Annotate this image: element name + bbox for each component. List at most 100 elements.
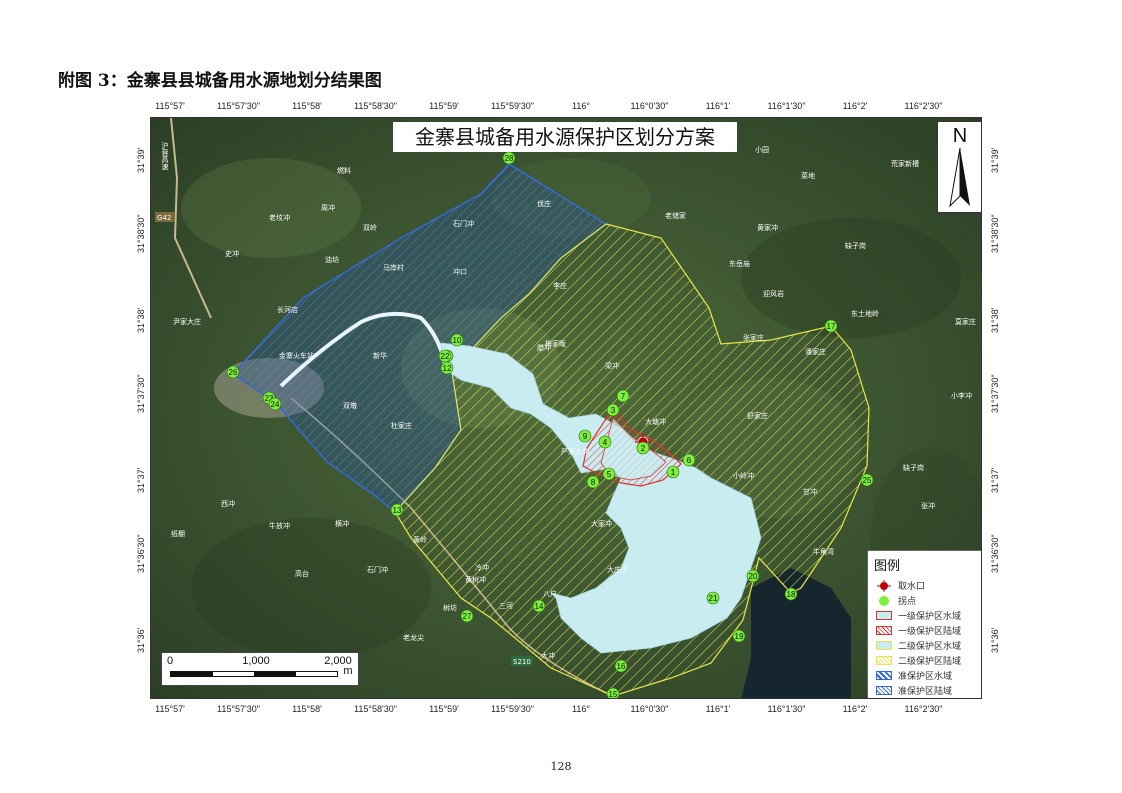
inflection-point-label: 6 <box>687 456 692 465</box>
place-label: 腊冲 <box>537 343 551 352</box>
inflection-point[interactable]: 12 <box>440 361 454 375</box>
scale-bar: 0 1,000 2,000 m <box>161 652 359 686</box>
inflection-point[interactable]: 19 <box>732 629 746 643</box>
latitude-tick-label: 31°38'30" <box>990 214 1000 253</box>
longitude-tick-label: 116°1'30" <box>767 704 806 714</box>
legend-label: 拐点 <box>898 597 917 607</box>
place-label: 老龙尖 <box>403 633 424 642</box>
inflection-point-label: 20 <box>749 572 758 581</box>
latitude-tick-label: 31°36' <box>136 627 146 653</box>
inflection-point-label: 2 <box>641 444 646 453</box>
place-label: 潘家庄 <box>805 347 826 356</box>
inflection-point[interactable]: 20 <box>746 569 760 583</box>
longitude-tick-label: 115°58'30" <box>354 101 397 111</box>
scale-ruler <box>170 671 338 677</box>
inflection-point[interactable]: 16 <box>614 659 628 673</box>
inflection-point[interactable]: 21 <box>706 591 720 605</box>
inflection-point[interactable]: 24 <box>268 397 282 411</box>
longitude-tick-label: 116°0'30" <box>630 101 669 111</box>
longitude-tick-label: 116° <box>572 101 590 111</box>
latitude-tick-label: 31°37'30" <box>990 374 1000 413</box>
inflection-point[interactable]: 18 <box>784 587 798 601</box>
place-label: 黄家冲 <box>757 223 778 232</box>
place-label: 伐庄 <box>537 199 551 208</box>
inflection-point-label: 12 <box>443 364 452 373</box>
place-label: 东土地岭 <box>851 309 879 318</box>
latitude-tick-label: 31°38' <box>136 307 146 333</box>
road-label: 沪蓉高速 <box>161 141 169 171</box>
longitude-tick-label: 115°57' <box>155 704 185 714</box>
inflection-point[interactable]: 22 <box>438 349 452 363</box>
legend-label: 一级保护区陆域 <box>898 627 962 637</box>
inflection-point[interactable]: 15 <box>606 687 620 699</box>
inflection-point-label: 9 <box>583 432 588 441</box>
longitude-ticks-bottom: 115°57' 115°57'30" 115°58' 115°58'30" 115°59… <box>150 704 982 718</box>
inflection-point[interactable]: 28 <box>502 151 516 165</box>
latitude-tick-label: 31°39' <box>990 147 1000 173</box>
inflection-point[interactable]: 4 <box>598 435 612 449</box>
inflection-point-label: 7 <box>621 392 626 401</box>
inflection-point[interactable]: 26 <box>226 365 240 379</box>
place-label: 大庄子 <box>607 565 628 574</box>
legend-item-point: 拐点 <box>876 594 916 607</box>
inflection-point-label: 5 <box>607 470 612 479</box>
place-label: 舒家庄 <box>747 411 768 420</box>
inflection-point-label: 26 <box>229 368 238 377</box>
place-label: 长河店 <box>277 305 298 314</box>
inflection-point[interactable]: 27 <box>460 609 474 623</box>
point-icon <box>876 595 892 606</box>
inflection-point-label: 1 <box>671 468 676 477</box>
inflection-point[interactable]: 10 <box>450 333 464 347</box>
level1-water-swatch <box>876 611 892 620</box>
longitude-tick-label: 116°2' <box>842 101 868 111</box>
inflection-point[interactable]: 5 <box>602 467 616 481</box>
inflection-point[interactable]: 25 <box>860 473 874 487</box>
inflection-point[interactable]: 6 <box>682 453 696 467</box>
page-title: 附图 3：金寨县县城备用水源地划分结果图 <box>58 71 382 91</box>
inflection-point[interactable]: 2 <box>636 441 650 455</box>
place-label: 严家大冲 <box>561 447 589 456</box>
place-label: 东岳庙 <box>729 259 750 268</box>
inflection-point[interactable]: 3 <box>606 403 620 417</box>
place-label: 菜地 <box>801 171 815 180</box>
longitude-tick-label: 115°58' <box>292 704 322 714</box>
latitude-tick-label: 31°38'30" <box>136 214 146 253</box>
inflection-point-label: 15 <box>609 690 618 699</box>
north-letter: N <box>953 125 967 147</box>
longitude-tick-label: 115°59'30" <box>491 704 534 714</box>
latitude-tick-label: 31°37'30" <box>136 374 146 413</box>
inflection-point-label: 21 <box>709 594 718 603</box>
longitude-tick-label: 115°59'30" <box>491 101 534 111</box>
inflection-point-label: 13 <box>393 506 402 515</box>
legend-item-quasi-land: 准保护区陆域 <box>876 684 952 697</box>
inflection-point-label: 10 <box>453 336 462 345</box>
place-label: 甘冲 <box>803 487 817 496</box>
scale-label: 1,000 <box>242 655 270 667</box>
place-label: 小李冲 <box>951 391 972 400</box>
inflection-point[interactable]: 7 <box>616 389 630 403</box>
longitude-tick-label: 116°1' <box>705 704 731 714</box>
inflection-point-label: 19 <box>735 632 744 641</box>
legend: 图例 取水口 拐点 一级保护区水域 一级保护区陆域 二级保护区水域 二级保护区陆… <box>867 550 981 698</box>
map-heading: 金寨县城备用水源保护区划分方案 <box>393 122 737 152</box>
inflection-point[interactable]: 14 <box>532 599 546 613</box>
legend-label: 取水口 <box>898 582 926 592</box>
inflection-point[interactable]: 1 <box>666 465 680 479</box>
inflection-point[interactable]: 9 <box>578 429 592 443</box>
legend-item-quasi-water: 准保护区水域 <box>876 669 952 682</box>
inflection-point[interactable]: 13 <box>390 503 404 517</box>
inflection-point-label: 4 <box>603 438 608 447</box>
legend-item-level2-water: 二级保护区水域 <box>876 639 961 652</box>
place-label: 老储家 <box>665 211 686 220</box>
inflection-point[interactable]: 8 <box>586 475 600 489</box>
latitude-tick-label: 31°37' <box>136 467 146 493</box>
inflection-point-label: 25 <box>863 476 872 485</box>
place-label: 石门冲 <box>367 565 388 574</box>
place-label: 金寨火车站 <box>279 351 314 360</box>
map-frame[interactable]: 燃料 双岭 周冲 老坟冲 史冲 油坊 马岸村 石门冲 冲口 伐庄 老储家 黄家冲… <box>150 117 982 699</box>
inflection-point-label: 18 <box>787 590 796 599</box>
latitude-tick-label: 31°39' <box>136 147 146 173</box>
inflection-point[interactable]: 17 <box>824 319 838 333</box>
level1-land-swatch <box>876 626 892 635</box>
scale-label: 0 <box>166 655 174 667</box>
